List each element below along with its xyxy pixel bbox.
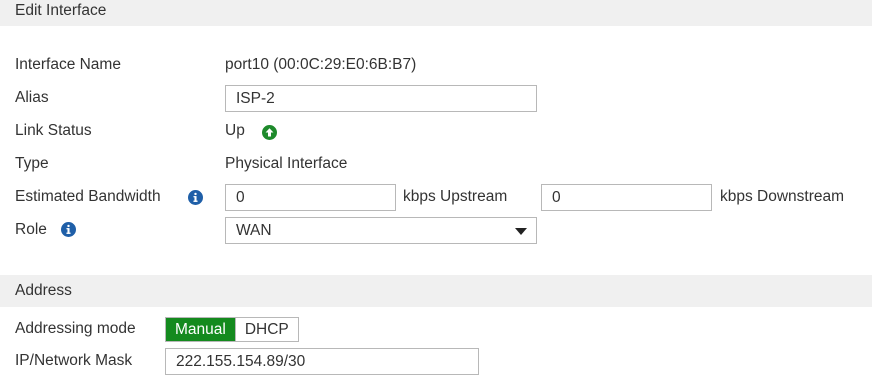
chevron-down-icon (515, 228, 527, 235)
addressing-mode-label: Addressing mode (15, 320, 136, 337)
upstream-bandwidth-input[interactable]: 0 (225, 184, 396, 211)
role-selected-value: WAN (236, 222, 272, 239)
page-title: Edit Interface (15, 2, 107, 19)
address-section-title: Address (15, 282, 72, 299)
role-label: Role (15, 221, 47, 238)
addressing-mode-dhcp-button[interactable]: DHCP (234, 318, 298, 341)
interface-name-label: Interface Name (15, 56, 121, 73)
type-label: Type (15, 155, 49, 172)
upstream-unit-label: kbps Upstream (403, 188, 508, 205)
alias-label: Alias (15, 89, 49, 106)
ip-network-mask-input[interactable]: 222.155.154.89/30 (165, 348, 479, 375)
ip-network-mask-label: IP/Network Mask (15, 352, 133, 369)
addressing-mode-toggle: Manual DHCP (165, 317, 299, 342)
addressing-mode-manual-button[interactable]: Manual (166, 318, 235, 341)
arrow-up-circle-icon (262, 125, 277, 140)
downstream-unit-label: kbps Downstream (720, 188, 845, 205)
interface-name-value: port10 (00:0C:29:E0:6B:B7) (225, 56, 417, 73)
address-section-header: Address (0, 275, 872, 307)
edit-interface-header: Edit Interface (0, 0, 872, 26)
downstream-bandwidth-input[interactable]: 0 (541, 184, 712, 211)
type-value: Physical Interface (225, 155, 348, 172)
link-status-label: Link Status (15, 122, 92, 139)
info-icon[interactable] (61, 222, 76, 237)
info-icon[interactable] (188, 190, 203, 205)
role-select[interactable]: WAN (225, 217, 537, 244)
estimated-bandwidth-label: Estimated Bandwidth (15, 188, 161, 205)
alias-input[interactable]: ISP-2 (225, 85, 537, 112)
link-status-value: Up (225, 122, 245, 139)
